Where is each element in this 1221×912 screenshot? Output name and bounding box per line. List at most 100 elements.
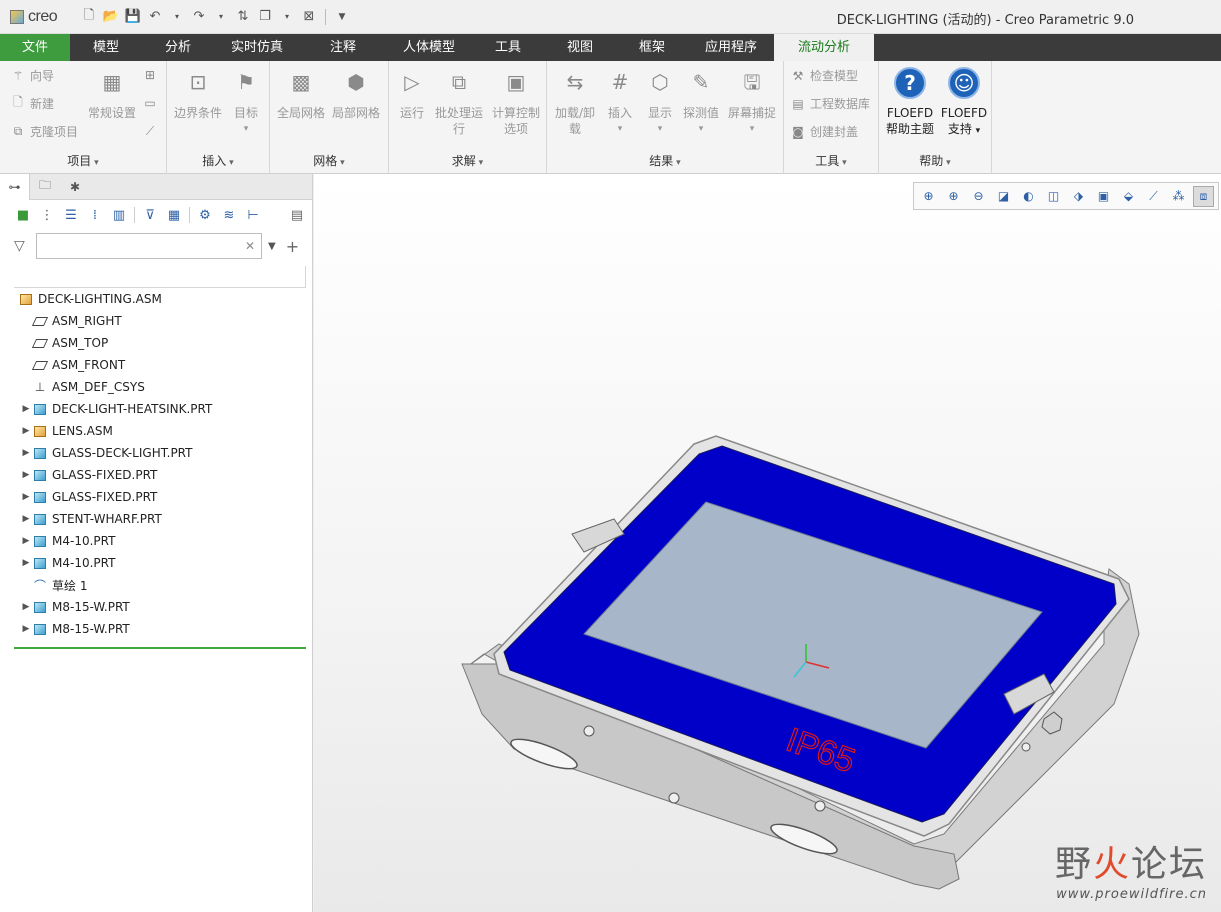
- goal-button[interactable]: ⚑ 目标 ▾: [227, 67, 265, 137]
- results-insert-button[interactable]: # 插入 ▾: [601, 67, 639, 137]
- general-settings-button[interactable]: ▦ 常规设置: [86, 67, 138, 121]
- tree-filter-icon[interactable]: ⁞: [86, 206, 104, 224]
- tree-structure-icon[interactable]: ⊢: [244, 206, 262, 224]
- tree-search-input[interactable]: ✕: [36, 233, 262, 259]
- display-button[interactable]: ⬡ 显示 ▾: [641, 67, 679, 137]
- tree-item[interactable]: ASM_RIGHT: [0, 310, 313, 332]
- tab-live-simulation[interactable]: 实时仿真: [214, 34, 300, 61]
- create-enclosure-button[interactable]: ◙ 创建封盖: [790, 123, 858, 140]
- redo-dropdown-icon[interactable]: ▾: [212, 8, 230, 26]
- group-mesh-label[interactable]: 网格: [270, 152, 388, 169]
- insert-here-marker[interactable]: [14, 647, 306, 649]
- tab-tools[interactable]: 工具: [472, 34, 544, 61]
- save-icon[interactable]: 💾: [124, 8, 142, 26]
- expand-arrow-icon[interactable]: ▶: [20, 558, 32, 568]
- screen-capture-button[interactable]: 🖫 屏幕捕捉 ▾: [725, 67, 779, 137]
- load-unload-button[interactable]: ⇆ 加载/卸 载: [551, 67, 599, 137]
- floefd-support-button[interactable]: ☺ FLOEFD 支持 ▾: [939, 67, 989, 139]
- tab-model[interactable]: 模型: [70, 34, 142, 61]
- run-button[interactable]: ▷ 运行: [394, 67, 430, 121]
- tab-framework[interactable]: 框架: [616, 34, 688, 61]
- tab-flow-analysis[interactable]: 流动分析: [774, 34, 874, 61]
- new-project-button[interactable]: 🗋 新建: [10, 95, 54, 112]
- undo-dropdown-icon[interactable]: ▾: [168, 8, 186, 26]
- check-model-button[interactable]: ⚒ 检查模型: [790, 67, 858, 84]
- group-tools-label[interactable]: 工具: [784, 152, 878, 169]
- redo-icon[interactable]: ↷: [190, 8, 208, 26]
- expand-arrow-icon[interactable]: ▶: [20, 492, 32, 502]
- tree-columns-icon[interactable]: ▥: [110, 206, 128, 224]
- tree-item[interactable]: ▶ LENS.ASM: [0, 420, 313, 442]
- clear-search-icon[interactable]: ✕: [245, 239, 255, 253]
- tree-list-icon[interactable]: ☰: [62, 206, 80, 224]
- group-solve-label[interactable]: 求解: [389, 152, 546, 169]
- wizard-button[interactable]: ⚚ 向导: [10, 67, 54, 84]
- local-mesh-button[interactable]: ⬢ 局部网格: [330, 67, 382, 121]
- engineering-database-button[interactable]: ▤ 工程数据库: [790, 95, 870, 112]
- open-folder-icon[interactable]: 📂: [102, 8, 120, 26]
- tree-item[interactable]: ⌒ 草绘 1: [0, 574, 313, 596]
- tree-item[interactable]: DECK-LIGHTING.ASM: [0, 288, 313, 310]
- expand-arrow-icon[interactable]: ▶: [20, 470, 32, 480]
- expand-arrow-icon[interactable]: ▶: [20, 602, 32, 612]
- tree-sort-icon[interactable]: ⊽: [141, 206, 159, 224]
- tree-item[interactable]: ASM_TOP: [0, 332, 313, 354]
- undo-icon[interactable]: ↶: [146, 8, 164, 26]
- tree-item[interactable]: ▶ GLASS-FIXED.PRT: [0, 486, 313, 508]
- expand-arrow-icon[interactable]: ▶: [20, 404, 32, 414]
- expand-arrow-icon[interactable]: ▶: [20, 514, 32, 524]
- boundary-condition-button[interactable]: ⊡ 边界条件: [172, 67, 224, 121]
- tree-item[interactable]: ▶ DECK-LIGHT-HEATSINK.PRT: [0, 398, 313, 420]
- group-project-label[interactable]: 项目: [0, 152, 166, 169]
- tree-table-icon[interactable]: ▦: [165, 206, 183, 224]
- expand-arrow-icon[interactable]: ▶: [20, 536, 32, 546]
- project-tool-1-button[interactable]: ⊞: [142, 67, 162, 83]
- floefd-help-topics-button[interactable]: ? FLOEFD 帮助主题: [883, 67, 937, 137]
- tree-notes-icon[interactable]: ▤: [288, 206, 306, 224]
- tab-view[interactable]: 视图: [544, 34, 616, 61]
- group-results-label[interactable]: 结果: [547, 152, 783, 169]
- tree-item[interactable]: ASM_FRONT: [0, 354, 313, 376]
- filter-funnel-icon[interactable]: ▽: [14, 238, 32, 254]
- expand-arrow-icon[interactable]: ▶: [20, 426, 32, 436]
- regenerate-icon[interactable]: ⇅: [234, 8, 252, 26]
- calc-control-button[interactable]: ▣ 计算控制 选项: [489, 67, 543, 137]
- tab-manikin[interactable]: 人体模型: [386, 34, 472, 61]
- project-tool-2-button[interactable]: ▭: [142, 95, 162, 111]
- tree-item[interactable]: ▶ M8-15-W.PRT: [0, 618, 313, 640]
- windows-dropdown-icon[interactable]: ▾: [278, 8, 296, 26]
- model-tree-tab-icon[interactable]: ⊶: [0, 173, 30, 200]
- group-help-label[interactable]: 帮助: [879, 152, 991, 169]
- tree-item[interactable]: ⊥ ASM_DEF_CSYS: [0, 376, 313, 398]
- group-insert-label[interactable]: 插入: [167, 152, 269, 169]
- layers-icon[interactable]: ≋: [220, 206, 238, 224]
- folder-browser-tab-icon[interactable]: 🗀: [30, 174, 60, 200]
- model-cube-icon[interactable]: ■: [14, 206, 32, 224]
- clone-project-button[interactable]: ⧉ 克隆项目: [10, 123, 78, 140]
- favorites-tab-icon[interactable]: ✱: [60, 174, 90, 200]
- global-mesh-button[interactable]: ▩ 全局网格: [275, 67, 327, 121]
- new-file-icon[interactable]: 🗋: [80, 8, 98, 26]
- batch-run-button[interactable]: ⧉ 批处理运 行: [433, 67, 485, 137]
- project-tool-3-button[interactable]: ⟋: [142, 123, 162, 139]
- add-filter-icon[interactable]: +: [286, 237, 299, 256]
- tree-item[interactable]: ▶ GLASS-FIXED.PRT: [0, 464, 313, 486]
- probe-button[interactable]: ✎ 探测值 ▾: [681, 67, 721, 137]
- expand-arrow-icon[interactable]: ▶: [20, 624, 32, 634]
- expand-arrow-icon[interactable]: ▶: [20, 448, 32, 458]
- tree-item[interactable]: ▶ M8-15-W.PRT: [0, 596, 313, 618]
- tab-file[interactable]: 文件: [0, 34, 70, 61]
- tree-item[interactable]: ▶ STENT-WHARF.PRT: [0, 508, 313, 530]
- customize-qat-icon[interactable]: ▼: [333, 8, 351, 26]
- tab-annotate[interactable]: 注释: [300, 34, 386, 61]
- windows-icon[interactable]: ❐: [256, 8, 274, 26]
- close-window-icon[interactable]: ⊠: [300, 8, 318, 26]
- tree-settings-gear-icon[interactable]: ⚙: [196, 206, 214, 224]
- tree-item[interactable]: ▶ M4-10.PRT: [0, 552, 313, 574]
- tree-item[interactable]: ▶ GLASS-DECK-LIGHT.PRT: [0, 442, 313, 464]
- search-options-dropdown-icon[interactable]: ▼: [268, 241, 276, 252]
- tab-applications[interactable]: 应用程序: [688, 34, 774, 61]
- tree-item[interactable]: ▶ M4-10.PRT: [0, 530, 313, 552]
- graphics-viewport[interactable]: ⊕ ⊕ ⊖ ◪ ◐ ◫ ⬗ ▣ ⬙ ⟋ ⁂ ⧈ IP65 野火论坛 www.pr…: [314, 174, 1221, 912]
- tab-analysis[interactable]: 分析: [142, 34, 214, 61]
